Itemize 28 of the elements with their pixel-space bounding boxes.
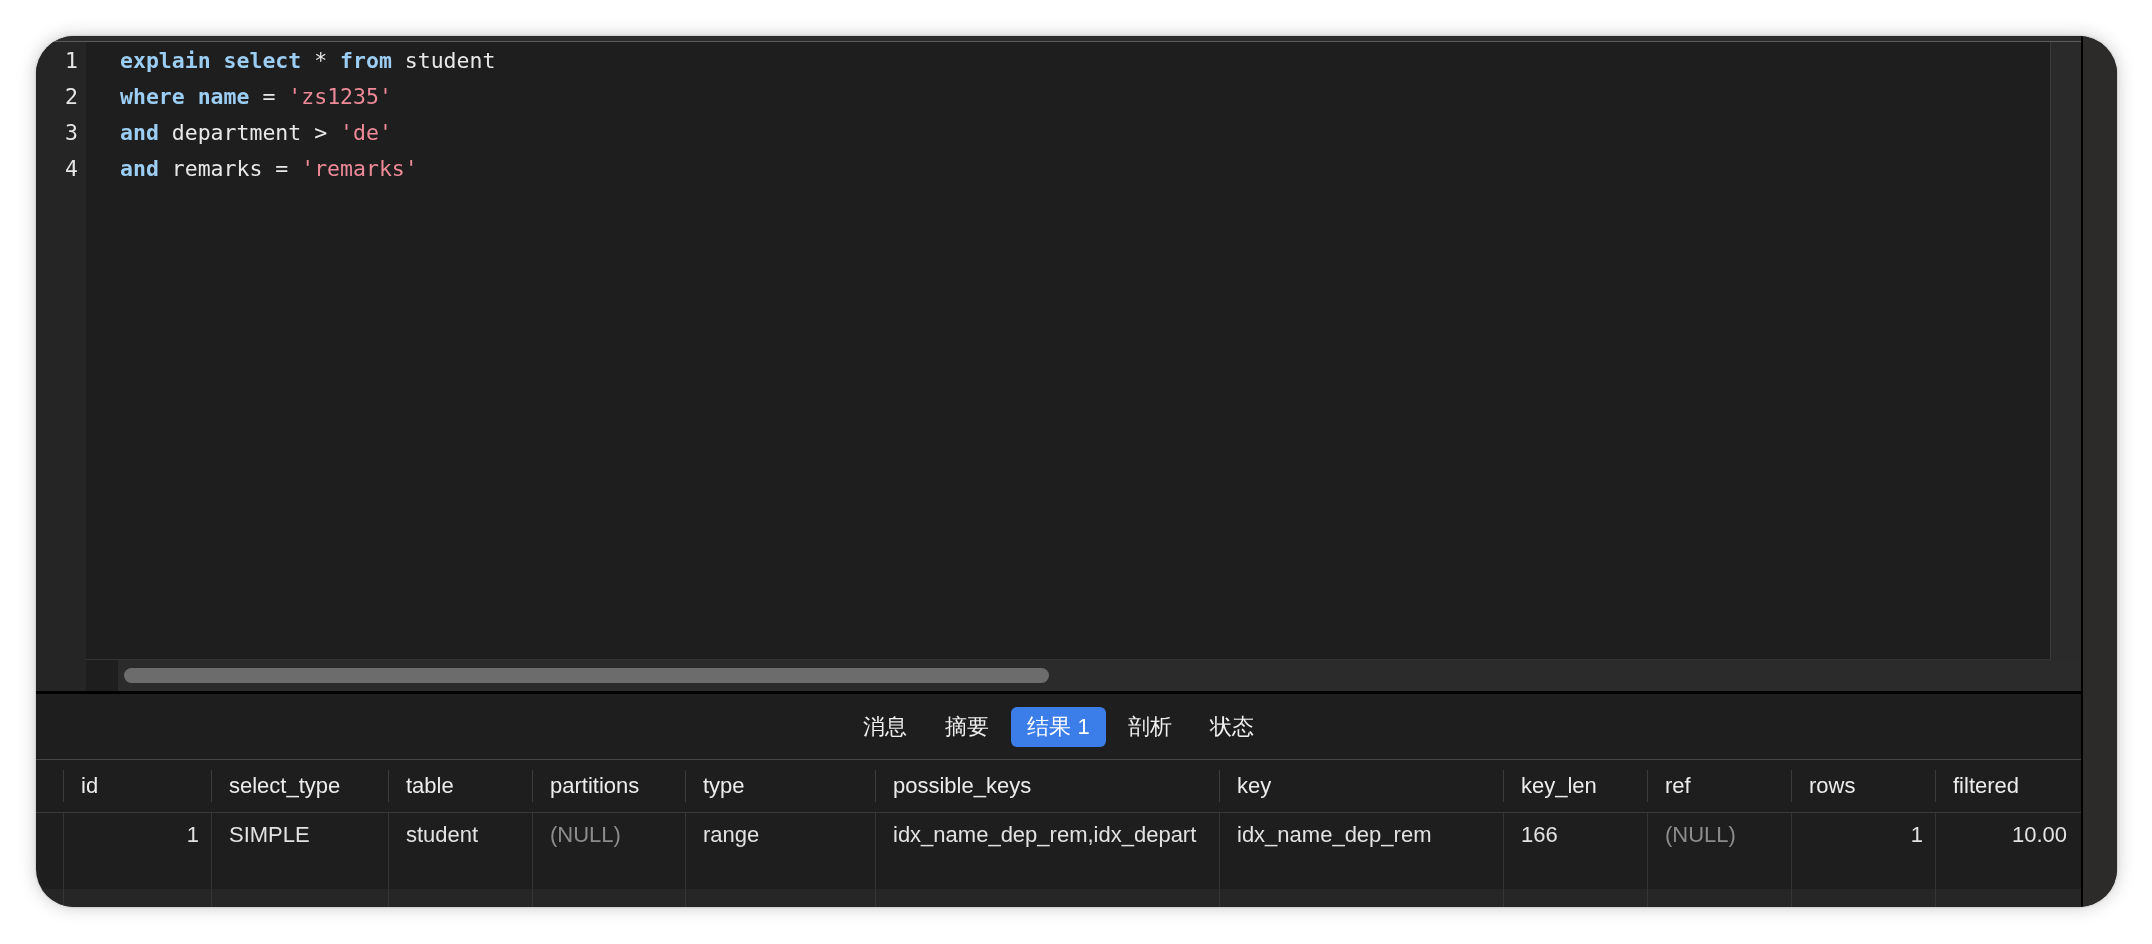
column-header[interactable]: key [1219,770,1503,802]
column-header[interactable]: filtered [1935,770,2079,802]
column-header[interactable]: partitions [532,770,685,802]
line-number: 4 [64,155,78,183]
tab[interactable]: 摘要 [929,706,1006,747]
column-header[interactable]: type [685,770,875,802]
column-header[interactable]: possible_keys [875,770,1219,802]
column-header[interactable]: rows [1791,770,1935,802]
code-editor[interactable]: explain select * from student where name = 'zs1235' and department > 'de' and remarks = 'remarks' [86,42,2051,660]
line-number: 3 [64,119,78,147]
code-line: and remarks = 'remarks' [120,155,418,183]
code-line: explain select * from student [120,47,496,75]
vertical-scrollbar[interactable] [2051,42,2081,660]
code-line: and department > 'de' [120,119,392,147]
code-line: where name = 'zs1235' [120,83,392,111]
tab[interactable]: 状态 [1193,706,1270,747]
horizontal-scrollbar[interactable] [118,660,2081,691]
column-header[interactable]: select_type [211,770,388,802]
tab[interactable]: 结果 1 [1011,706,1106,747]
tab[interactable]: 剖析 [1111,706,1188,747]
line-number: 2 [64,83,78,111]
line-number: 1 [64,47,78,75]
column-header[interactable]: table [388,770,532,802]
scrollbar-thumb[interactable] [124,668,1049,683]
column-header[interactable]: id [63,770,211,802]
column-header[interactable]: key_len [1503,770,1647,802]
tab[interactable]: 消息 [847,706,924,747]
column-header[interactable]: ref [1647,770,1791,802]
